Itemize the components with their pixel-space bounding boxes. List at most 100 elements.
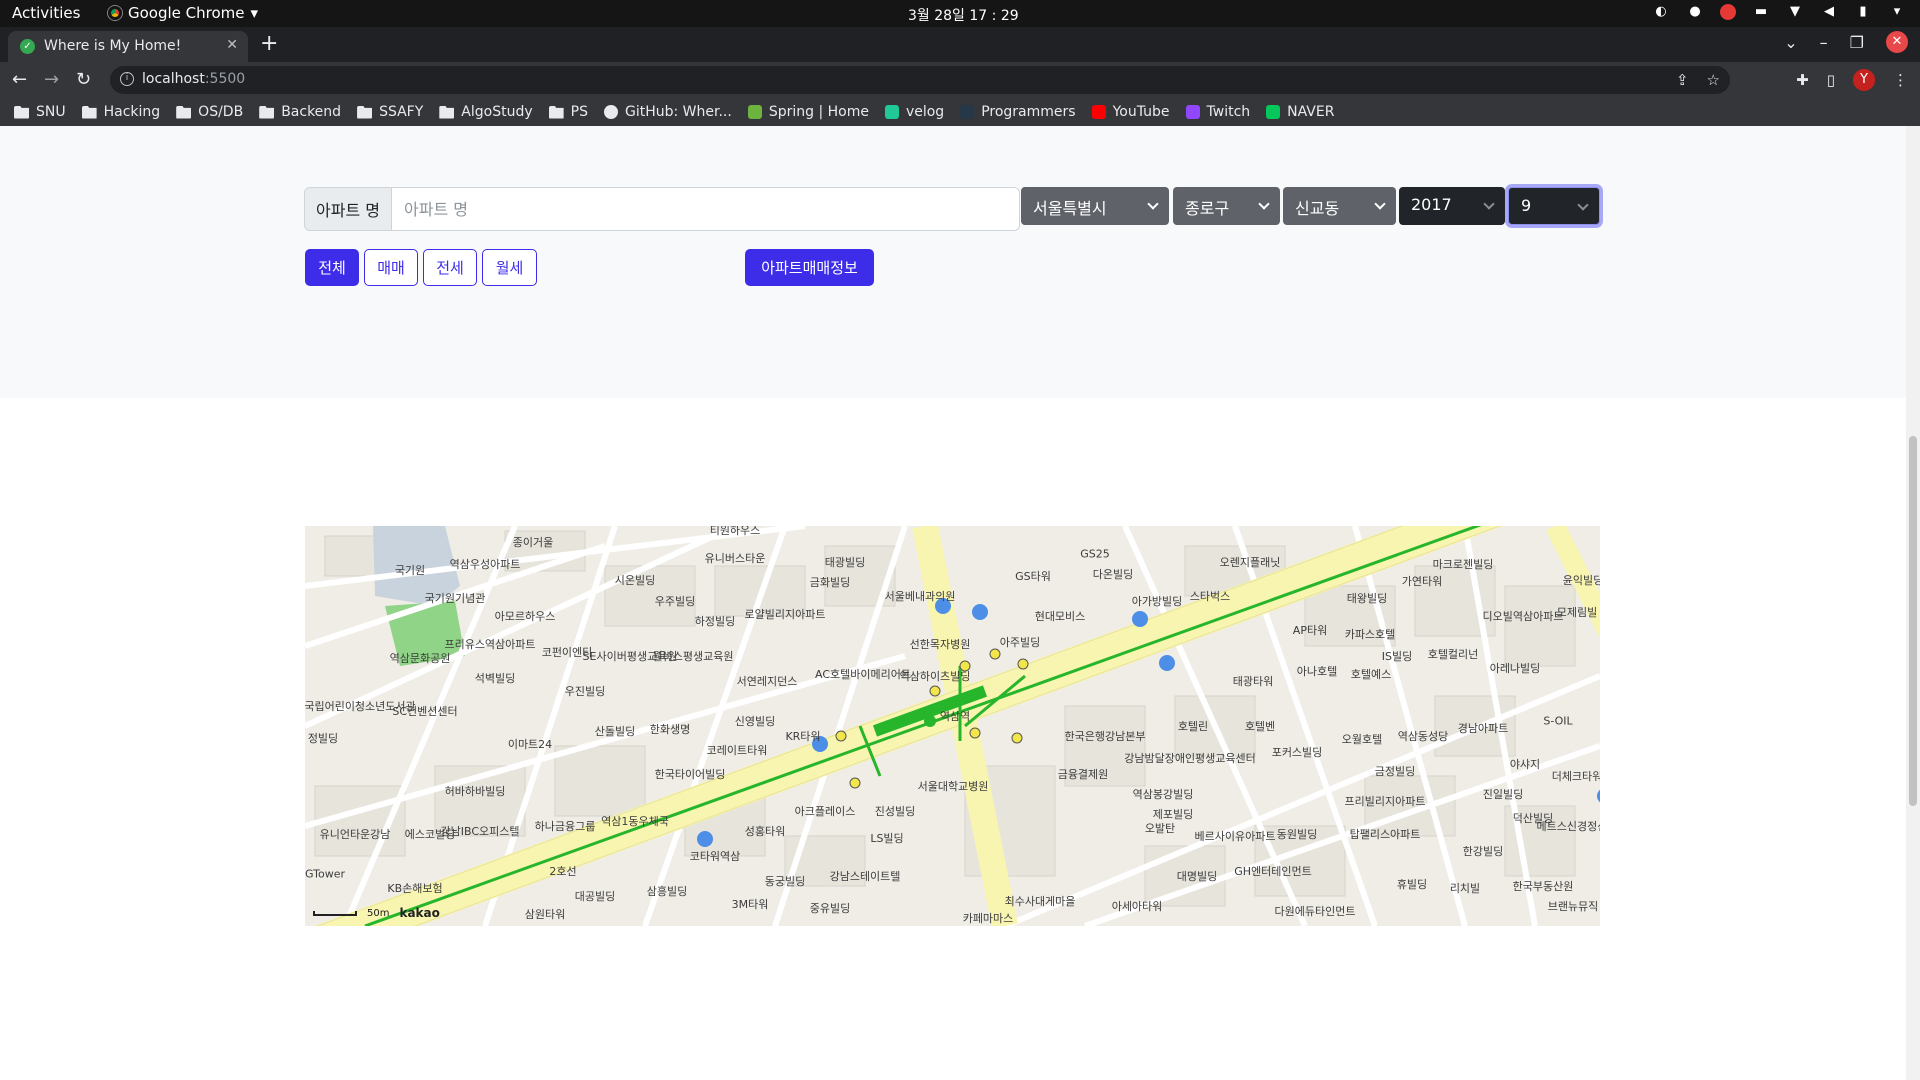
restore-icon[interactable]: ❐ xyxy=(1850,33,1864,52)
map-place-label[interactable]: 3M타워 xyxy=(732,896,769,912)
bookmark-item[interactable]: OS/DB xyxy=(176,104,243,120)
bookmark-item[interactable]: velog xyxy=(884,104,944,120)
map-place-label[interactable]: 오월호텔 xyxy=(1342,731,1382,747)
activities-button[interactable]: Activities xyxy=(12,4,80,22)
map-place-label[interactable]: 다온빌딩 xyxy=(1093,566,1133,582)
new-tab-button[interactable]: + xyxy=(260,31,278,56)
year-select[interactable]: 2017 xyxy=(1399,187,1505,225)
map-place-label[interactable]: GTower xyxy=(305,868,345,881)
steam-icon[interactable]: ● xyxy=(1686,3,1704,21)
map-place-label[interactable]: 최수사대게마을 xyxy=(1005,893,1076,909)
map-place-label[interactable]: S-OIL xyxy=(1543,715,1572,728)
district-select[interactable]: 종로구 xyxy=(1173,187,1280,225)
map-place-label[interactable]: 산돌빌딩 xyxy=(595,723,635,739)
do-not-disturb-icon[interactable] xyxy=(1720,4,1736,20)
map-place-label[interactable]: 아주빌딩 xyxy=(1000,634,1040,650)
map-place-label[interactable]: 성홍타워 xyxy=(745,823,785,839)
chevron-down-icon[interactable]: ▾ xyxy=(1888,3,1906,21)
map-place-label[interactable]: LS빌딩 xyxy=(870,830,903,846)
apt-name-input[interactable] xyxy=(392,187,1020,231)
map-place-label[interactable]: 허바하바빌딩 xyxy=(445,783,506,799)
map-place-label[interactable]: 가연타워 xyxy=(1402,573,1442,589)
map-place-label[interactable]: 국기원 xyxy=(395,562,425,578)
map-place-label[interactable]: 야샤지 xyxy=(1510,756,1540,772)
map-place-label[interactable]: 경남아파트 xyxy=(1458,720,1509,736)
bookmark-item[interactable]: Backend xyxy=(259,104,341,120)
month-select[interactable]: 9 xyxy=(1508,187,1600,225)
map-place-label[interactable]: 오발탄 xyxy=(1145,820,1175,836)
map-place-label[interactable]: 동원빌딩 xyxy=(1277,826,1317,842)
map-place-label[interactable]: 유니언타운강남 xyxy=(320,826,391,842)
map-place-label[interactable]: 진성빌딩 xyxy=(875,803,915,819)
back-icon[interactable]: ← xyxy=(12,69,27,90)
map-place-label[interactable]: 진일빌딩 xyxy=(1483,786,1523,802)
volume-icon[interactable]: ◀ xyxy=(1820,3,1838,21)
map-place-label[interactable]: 국기원기념관 xyxy=(425,590,486,606)
battery-icon[interactable]: ▮ xyxy=(1854,3,1872,21)
wifi-icon[interactable]: ▼ xyxy=(1786,3,1804,21)
map-place-label[interactable]: 금화빌딩 xyxy=(810,574,850,590)
close-window-icon[interactable]: ✕ xyxy=(1886,31,1908,53)
map-place-label[interactable]: 서울베내과의원 xyxy=(885,588,956,604)
map-place-label[interactable]: 역삼문화공원 xyxy=(390,650,451,666)
filter-all-button[interactable]: 전체 xyxy=(305,249,359,286)
map-place-label[interactable]: 월비스평생교육원 xyxy=(653,648,734,664)
map-place-label[interactable]: 역삼역 xyxy=(940,708,970,724)
map-place-label[interactable]: 서연레지던스 xyxy=(737,673,798,689)
bookmark-item[interactable]: SSAFY xyxy=(357,104,423,120)
filter-monthly-button[interactable]: 월세 xyxy=(482,249,537,286)
map-place-label[interactable]: 유니버스타운 xyxy=(705,550,766,566)
map-place-label[interactable]: 베르사이유아파트 xyxy=(1195,828,1276,844)
map-place-label[interactable]: 한국타이어빌딩 xyxy=(655,766,726,782)
map-place-label[interactable]: SC컨벤션센터 xyxy=(392,703,457,719)
map-place-label[interactable]: 하정빌딩 xyxy=(695,613,735,629)
map-place-label[interactable]: 더체크타워 xyxy=(1552,768,1600,784)
extensions-icon[interactable]: ✚ xyxy=(1796,71,1809,89)
map-place-label[interactable]: 호텔벤 xyxy=(1245,718,1275,734)
map-place-label[interactable]: 아나호텔 xyxy=(1297,663,1337,679)
bookmark-star-icon[interactable]: ☆ xyxy=(1707,71,1720,89)
map-place-label[interactable]: 프리빌리지아파트 xyxy=(1345,793,1426,809)
map-place-label[interactable]: 석벽빌딩 xyxy=(475,670,515,686)
map-place-label[interactable]: IS빌딩 xyxy=(1382,648,1412,664)
url-text[interactable]: localhost:5500 xyxy=(142,71,245,87)
system-tray[interactable]: ◐ ● ▬ ▼ ◀ ▮ ▾ xyxy=(1652,3,1906,21)
map-place-label[interactable]: 역삼1동우체국 xyxy=(601,813,669,829)
map-place-label[interactable]: 한화생명 xyxy=(650,721,690,737)
map-place-label[interactable]: 코레이트타워 xyxy=(707,742,768,758)
map-place-label[interactable]: 태광타워 xyxy=(1233,673,1273,689)
map-place-label[interactable]: 태왕빌딩 xyxy=(1347,590,1387,606)
map-place-label[interactable]: 카페마마스 xyxy=(963,910,1014,926)
map-place-label[interactable]: 신영빌딩 xyxy=(735,713,775,729)
map-place-label[interactable]: 서울대학교병원 xyxy=(918,778,989,794)
map-place-label[interactable]: 아크플레이스 xyxy=(795,803,856,819)
keyboard-icon[interactable]: ▬ xyxy=(1752,3,1770,21)
map-place-label[interactable]: 정빌딩 xyxy=(308,730,338,746)
forward-icon[interactable]: → xyxy=(44,69,59,90)
filter-jeonse-button[interactable]: 전세 xyxy=(423,249,477,286)
map-place-label[interactable]: 아가방빌딩 xyxy=(1132,593,1183,609)
dong-select[interactable]: 신교동 xyxy=(1283,187,1396,225)
close-icon[interactable]: ✕ xyxy=(226,37,238,53)
map-place-label[interactable]: 휴빌딩 xyxy=(1397,876,1427,892)
map-place-label[interactable]: 종이거울 xyxy=(513,534,553,550)
map-place-label[interactable]: GH엔터테인먼트 xyxy=(1234,863,1312,879)
map-place-label[interactable]: 디오빌역삼아파트 xyxy=(1483,608,1564,624)
map-place-label[interactable]: 시온빌딩 xyxy=(615,572,655,588)
bookmark-item[interactable]: Hacking xyxy=(81,104,160,120)
map-place-label[interactable]: 동궁빌딩 xyxy=(765,873,805,889)
share-icon[interactable]: ⇪ xyxy=(1676,71,1689,89)
page-scrollbar[interactable] xyxy=(1906,126,1920,1080)
map-place-label[interactable]: 호텔컬리넌 xyxy=(1428,646,1479,662)
map-place-label[interactable]: 프리유스역삼아파트 xyxy=(444,636,535,652)
site-info-icon[interactable]: i xyxy=(120,72,134,86)
tab-search-icon[interactable]: ⌄ xyxy=(1784,33,1797,52)
map-place-label[interactable]: 코타워역삼 xyxy=(690,848,741,864)
map-place-label[interactable]: 오렌지플래닛 xyxy=(1220,554,1281,570)
map-place-label[interactable]: 2호선 xyxy=(549,863,576,879)
map-place-label[interactable]: 태광빌딩 xyxy=(825,554,865,570)
map-place-label[interactable]: 대공빌딩 xyxy=(575,888,615,904)
filter-sale-button[interactable]: 매매 xyxy=(364,249,418,286)
map-place-label[interactable]: 한강빌딩 xyxy=(1463,843,1503,859)
map-place-label[interactable]: 아세아타워 xyxy=(1112,898,1163,914)
